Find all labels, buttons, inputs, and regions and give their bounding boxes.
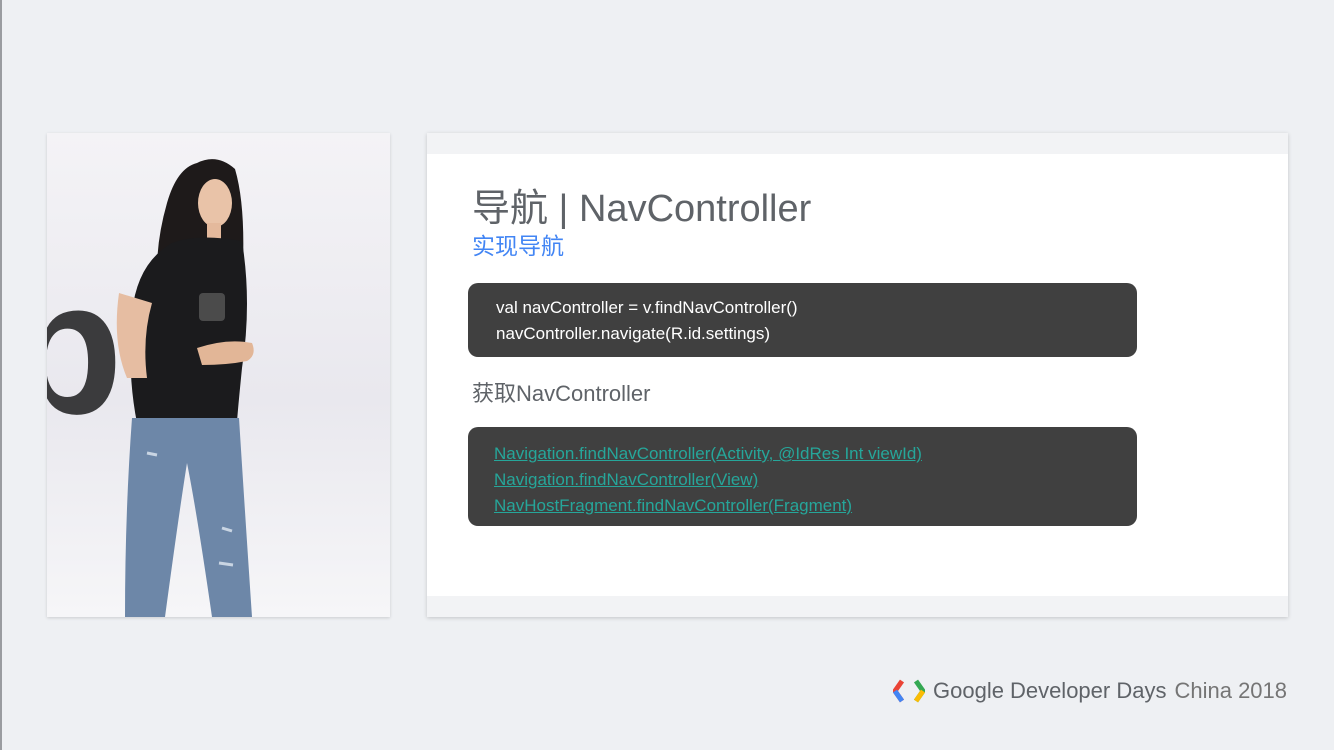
slide-subtitle: 实现导航	[472, 233, 564, 259]
code-line: navController.navigate(R.id.settings)	[496, 324, 771, 343]
brand-google: Google	[933, 678, 1004, 703]
window-edge	[0, 0, 2, 750]
code-block-find-controller: Navigation.findNavController(Activity, @…	[468, 427, 1137, 526]
event-branding: Google Developer Days China 2018	[893, 676, 1287, 706]
slide-top-band	[427, 133, 1288, 154]
link-find-nav-controller-activity[interactable]: Navigation.findNavController(Activity, @…	[494, 441, 1111, 467]
link-nav-host-fragment-find[interactable]: NavHostFragment.findNavController(Fragme…	[494, 493, 1111, 519]
code-line: val navController = v.findNavController(…	[496, 298, 798, 317]
speaker-video: pe	[47, 133, 390, 617]
presentation-slide: 导航 | NavController 实现导航 val navControlle…	[427, 133, 1288, 617]
slide-bottom-band	[427, 596, 1288, 617]
code-block-navigate: val navController = v.findNavController(…	[468, 283, 1137, 357]
link-find-nav-controller-view[interactable]: Navigation.findNavController(View)	[494, 467, 1111, 493]
slide-title: 导航 | NavController	[472, 188, 812, 230]
google-developers-logo-icon	[893, 679, 925, 703]
section-label: 获取NavController	[472, 381, 651, 406]
speaker-illustration: pe	[47, 159, 254, 617]
brand-event-name: Developer Days	[1009, 678, 1167, 703]
brand-edition: China 2018	[1174, 678, 1288, 703]
